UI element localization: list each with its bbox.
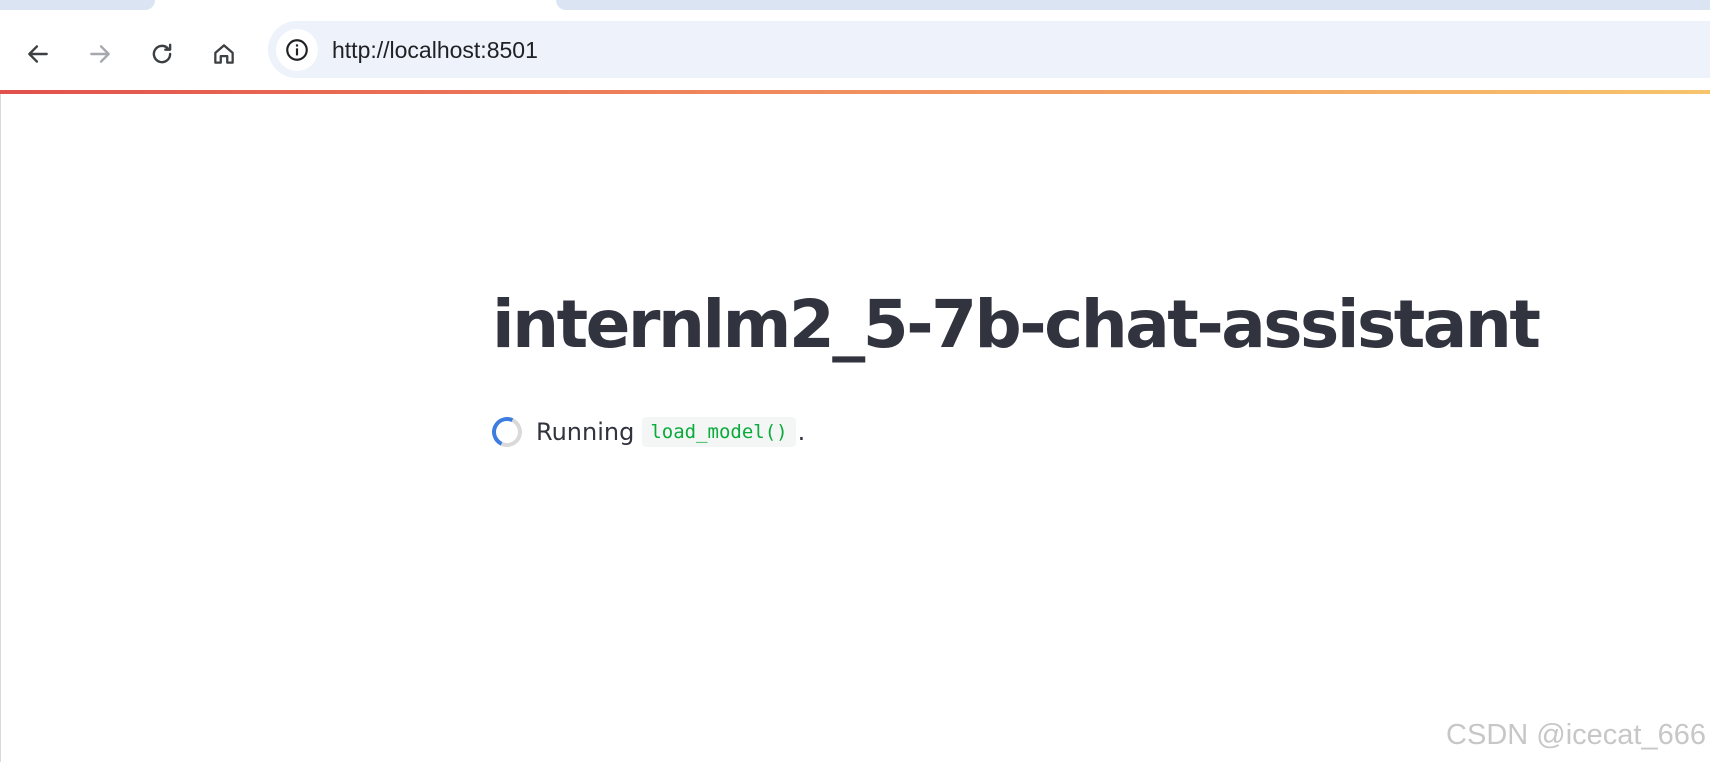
site-info-button[interactable] [276,29,318,71]
browser-toolbar: http://localhost:8501 [0,20,1710,90]
back-button[interactable] [18,34,58,74]
home-button[interactable] [204,34,244,74]
status-text: Running [536,418,635,446]
page-title: internlm2_5-7b-chat-assistant [492,286,1541,363]
back-arrow-icon [28,45,48,63]
inactive-tab-left[interactable] [0,0,155,10]
info-icon [286,39,308,61]
reload-icon [152,43,172,64]
home-icon [214,44,234,64]
viewport-edge [0,94,1,762]
url-text[interactable]: http://localhost:8501 [332,37,538,64]
status-suffix: . [797,418,806,446]
reload-button[interactable] [142,34,182,74]
tab-strip [0,0,1710,20]
watermark: CSDN @icecat_666 [1446,719,1706,751]
app-decoration-bar [0,90,1710,94]
forward-arrow-icon [90,45,110,63]
forward-button[interactable] [80,34,120,74]
loading-spinner-icon [487,412,527,452]
status-indicator: Running load_model() . [487,410,806,454]
address-bar[interactable]: http://localhost:8501 [268,21,1710,78]
inactive-tab-right[interactable] [556,0,1710,10]
status-function-code: load_model() [642,417,796,447]
